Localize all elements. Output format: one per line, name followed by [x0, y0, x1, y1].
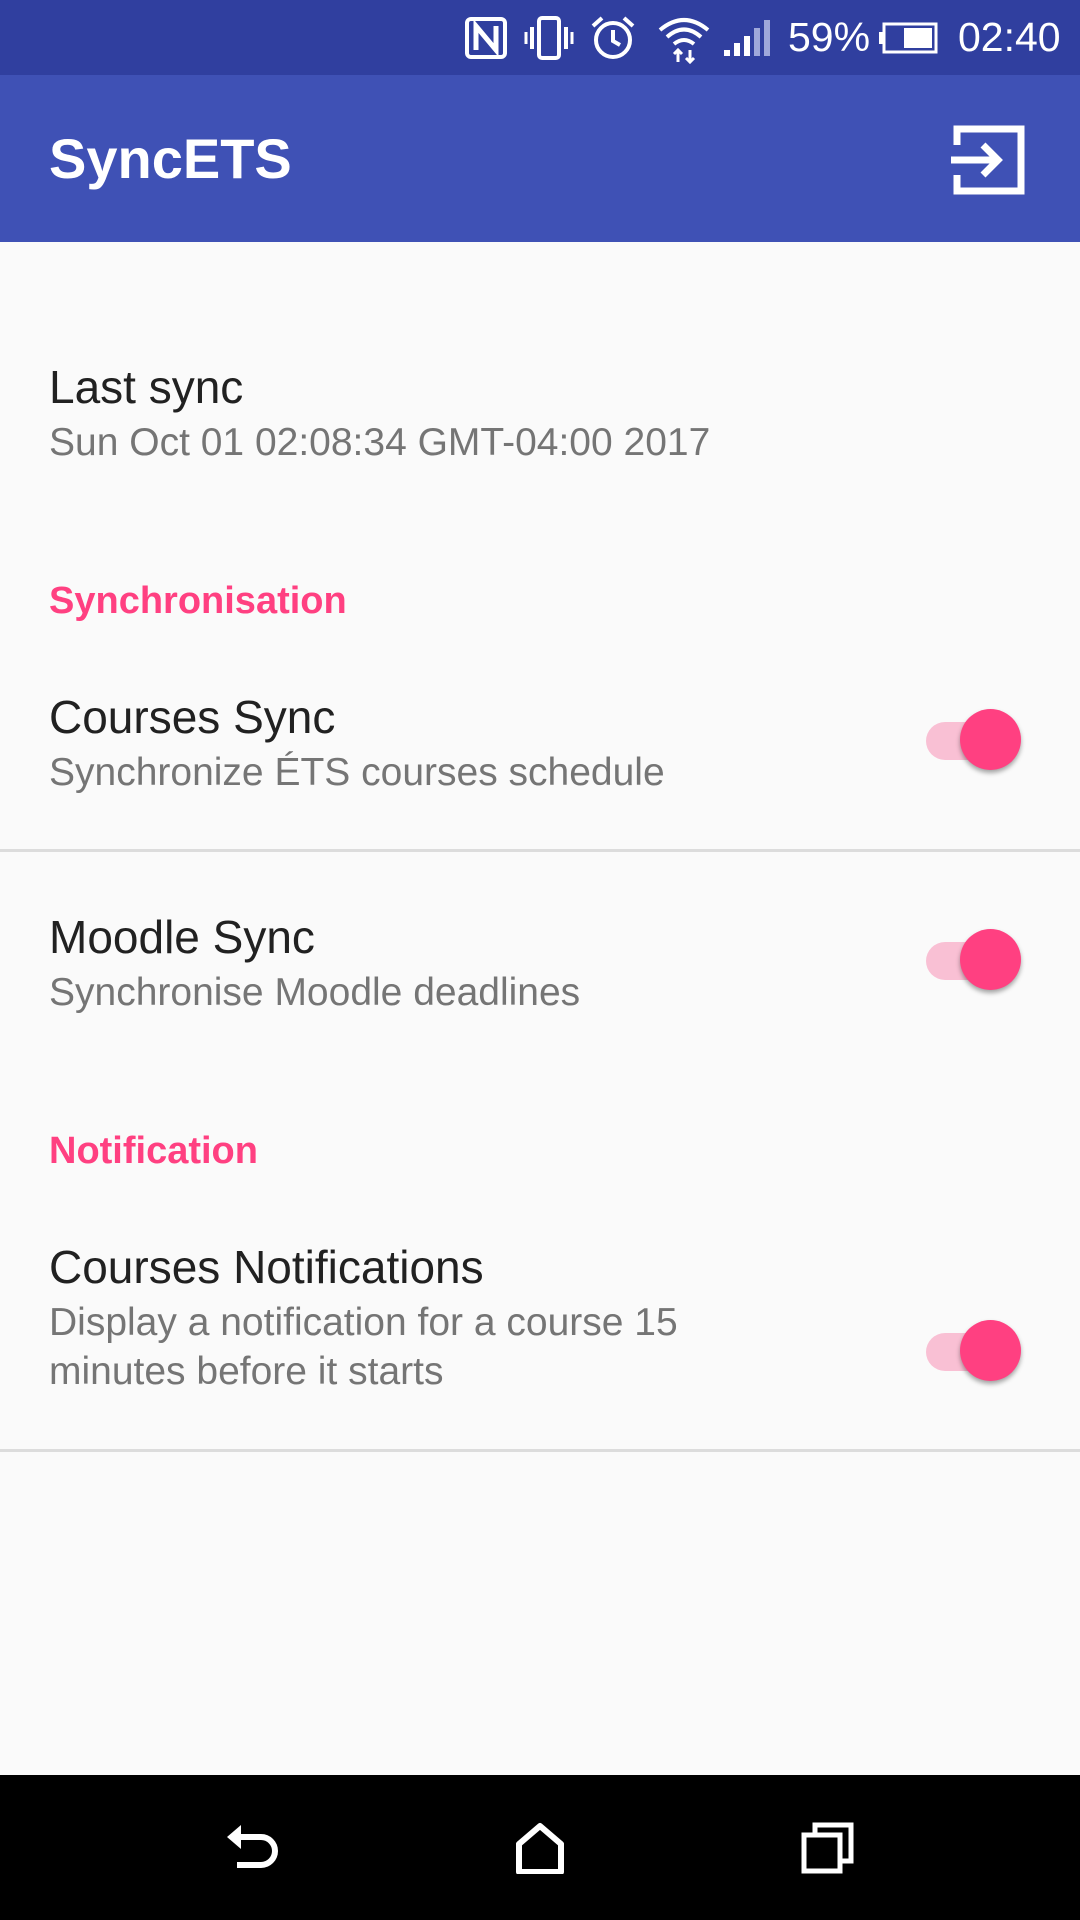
courses-sync-switch[interactable]	[922, 705, 1024, 775]
courses-notifications-switch[interactable]	[922, 1316, 1024, 1386]
app-title: SyncETS	[49, 127, 292, 190]
switch-thumb	[960, 929, 1021, 990]
back-button[interactable]	[203, 1803, 303, 1893]
logout-button[interactable]	[948, 119, 1030, 201]
battery-percent: 59%	[788, 14, 871, 60]
nfc-icon	[464, 0, 508, 75]
moodle-sync-summary: Synchronise Moodle deadlines	[49, 971, 581, 1014]
category-synchronisation: Synchronisation	[49, 580, 347, 622]
last-sync-summary: Sun Oct 01 02:08:34 GMT-04:00 2017	[49, 421, 711, 464]
status-bar: 59% 02:40	[0, 0, 1080, 75]
home-button[interactable]	[490, 1803, 590, 1893]
alarm-icon	[589, 0, 637, 75]
wifi-icon	[656, 0, 712, 75]
switch-thumb	[960, 709, 1021, 770]
courses-sync-summary: Synchronize ÉTS courses schedule	[49, 751, 665, 794]
switch-thumb	[960, 1320, 1021, 1381]
battery-icon	[878, 0, 938, 75]
app-bar: SyncETS	[0, 75, 1080, 242]
courses-notifications-title: Courses Notifications	[49, 1241, 484, 1293]
home-icon	[516, 1823, 564, 1874]
courses-sync-item[interactable]: Courses Sync Synchronize ÉTS courses sch…	[0, 660, 1080, 850]
category-notification: Notification	[49, 1130, 258, 1172]
moodle-sync-title: Moodle Sync	[49, 911, 315, 963]
recents-icon	[801, 1822, 854, 1874]
status-time: 02:40	[958, 14, 1061, 60]
vibrate-icon	[524, 0, 574, 75]
last-sync-item[interactable]: Last sync Sun Oct 01 02:08:34 GMT-04:00 …	[0, 242, 1080, 552]
logout-icon	[951, 125, 1025, 195]
back-icon	[227, 1825, 278, 1868]
divider	[0, 1449, 1080, 1452]
navigation-bar	[0, 1775, 1080, 1920]
courses-sync-title: Courses Sync	[49, 691, 336, 743]
recents-button[interactable]	[778, 1803, 878, 1893]
courses-notifications-summary: Display a notification for a course 15 m…	[49, 1301, 678, 1393]
signal-icon	[722, 0, 772, 75]
courses-notifications-item[interactable]: Courses Notifications Display a notifica…	[0, 1210, 1080, 1450]
last-sync-title: Last sync	[49, 361, 244, 413]
moodle-sync-item[interactable]: Moodle Sync Synchronise Moodle deadlines	[0, 852, 1080, 1062]
moodle-sync-switch[interactable]	[922, 925, 1024, 995]
